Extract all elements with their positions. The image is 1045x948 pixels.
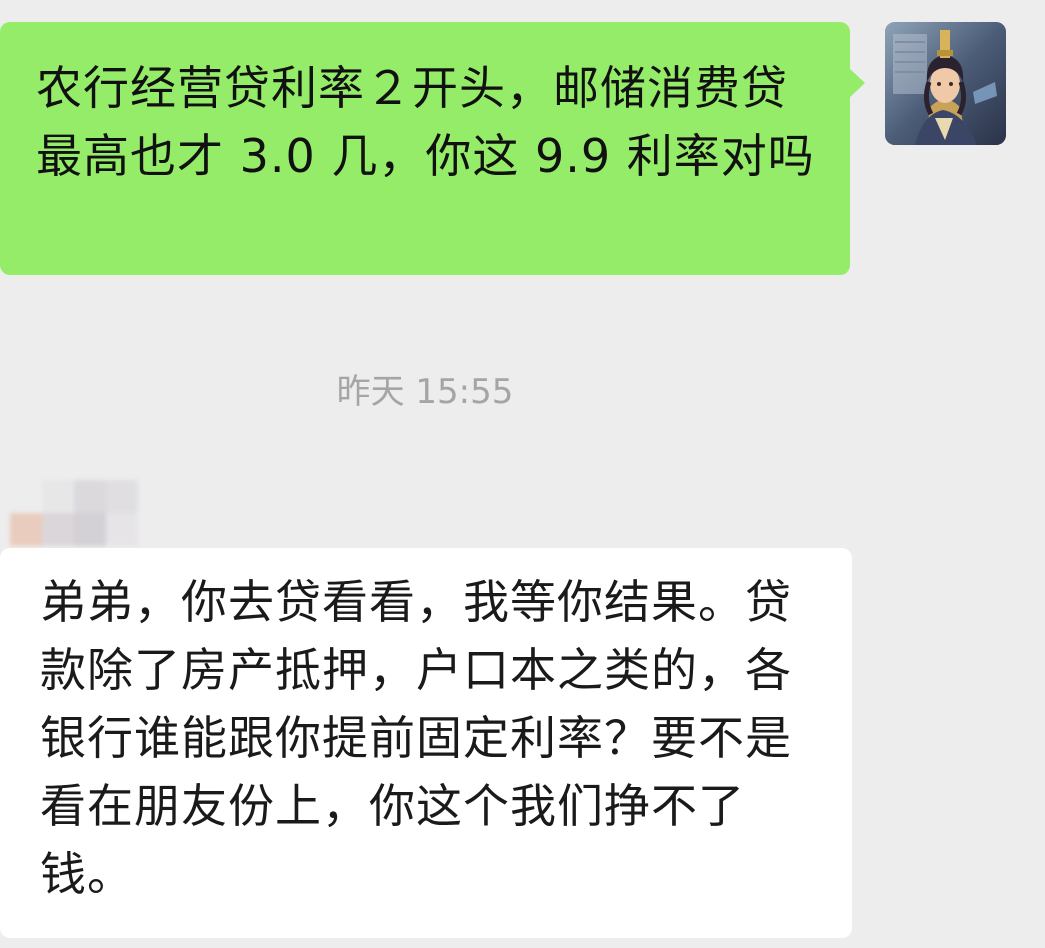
blurred-avatar-icon: [42, 513, 74, 546]
contact-avatar[interactable]: [10, 480, 160, 546]
blurred-avatar-icon: [10, 513, 42, 546]
incoming-message-text: 弟弟，你去贷看看，我等你结果。贷款除了房产抵押，户口本之类的，各银行谁能跟你提前…: [40, 575, 792, 901]
incoming-message-bubble[interactable]: 弟弟，你去贷看看，我等你结果。贷款除了房产抵押，户口本之类的，各银行谁能跟你提前…: [0, 548, 852, 938]
blurred-avatar-icon: [74, 480, 106, 513]
game-character-avatar-icon: [885, 22, 1006, 145]
self-avatar[interactable]: [885, 22, 1006, 145]
blurred-avatar-icon: [74, 513, 106, 546]
blurred-avatar-icon: [106, 513, 138, 546]
blurred-avatar-icon: [106, 480, 138, 513]
message-timestamp: 昨天 15:55: [336, 372, 514, 412]
outgoing-message-text: 农行经营贷利率２开头，邮储消费贷最高也才 3.0 几，你这 9.9 利率对吗: [36, 61, 815, 183]
outgoing-message-bubble[interactable]: 农行经营贷利率２开头，邮储消费贷最高也才 3.0 几，你这 9.9 利率对吗: [0, 22, 865, 275]
blurred-avatar-icon: [42, 480, 74, 513]
